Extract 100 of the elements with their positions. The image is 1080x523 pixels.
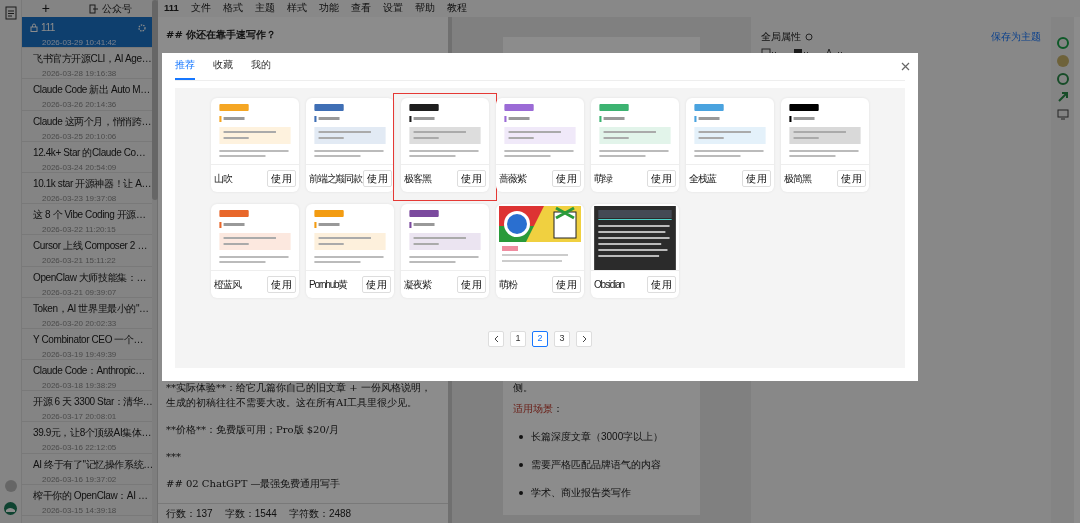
refresh-icon[interactable] <box>805 32 813 41</box>
theme-name: 全栈蓝 <box>689 172 716 186</box>
use-button[interactable]: 使用 <box>837 170 866 187</box>
theme-card[interactable]: Pornhub黄 使用 <box>306 204 394 298</box>
theme-card[interactable]: 萌绿 使用 <box>591 98 679 192</box>
theme-card[interactable]: 蔷薇紫 使用 <box>496 98 584 192</box>
use-button[interactable]: 使用 <box>267 170 296 187</box>
menu-item[interactable]: 样式 <box>286 1 307 16</box>
theme-card[interactable]: 极客黑 使用 <box>401 98 489 192</box>
avatar-icon[interactable] <box>1056 55 1069 67</box>
menu-item[interactable]: 教程 <box>446 1 467 16</box>
menu-item[interactable]: 格式 <box>222 1 243 16</box>
page-button[interactable]: 3 <box>554 331 570 347</box>
article-title: Cursor 上线 Composer 2 … <box>33 239 147 254</box>
document-icon[interactable] <box>4 6 17 20</box>
use-button[interactable]: 使用 <box>362 170 392 187</box>
share-icon[interactable] <box>1056 91 1069 103</box>
preview-paragraph: 侧。 <box>513 381 534 395</box>
theme-card[interactable]: 山吹 使用 <box>211 98 299 192</box>
theme-card[interactable]: 前端之巅同款 使用 <box>306 98 394 192</box>
use-button[interactable]: 使用 <box>457 276 486 293</box>
article-item[interactable]: 111 2026-03-29 10:41:42 <box>22 17 152 49</box>
use-button[interactable]: 使用 <box>742 170 771 187</box>
add-button[interactable]: + <box>41 0 50 19</box>
exit-icon <box>89 3 99 14</box>
article-date: 2026-03-29 10:41:42 <box>42 37 118 49</box>
use-button[interactable]: 使用 <box>647 170 676 187</box>
article-title: Claude Code：Anthropic… <box>33 364 145 379</box>
article-title: 开源 6 天 3300 Star：清华… <box>33 395 153 410</box>
page-button[interactable]: 1 <box>510 331 526 347</box>
use-button[interactable]: 使用 <box>362 276 391 293</box>
page-button[interactable]: 2 <box>532 331 548 347</box>
article-title: Y Combinator CEO 一个… <box>33 332 144 347</box>
use-button[interactable]: 使用 <box>552 170 581 187</box>
avatar-icon[interactable] <box>4 502 17 515</box>
theme-name: 萌粉 <box>499 278 517 292</box>
preview-label: 适用场景： <box>513 402 564 416</box>
chevron-right-icon <box>581 335 587 343</box>
theme-card[interactable]: 极简黑 使用 <box>781 98 869 192</box>
theme-name: 橙蓝风 <box>214 278 241 292</box>
theme-name: Obsidian <box>594 278 624 292</box>
monitor-icon[interactable] <box>1056 109 1069 120</box>
theme-name: 极客黑 <box>404 172 431 186</box>
theme-card[interactable]: 全栈蓝 使用 <box>686 98 774 192</box>
article-title: 111 <box>41 21 55 35</box>
markdown-line: *** <box>166 450 182 464</box>
lock-icon <box>30 23 38 32</box>
bullet-icon <box>519 462 523 467</box>
article-title: OpenClaw 大师技能集：… <box>33 270 147 285</box>
use-button[interactable]: 使用 <box>267 276 296 293</box>
use-button[interactable]: 使用 <box>552 276 581 293</box>
panel-title: 全局属性 <box>761 30 801 44</box>
menu-item[interactable]: 主题 <box>254 1 275 16</box>
theme-card[interactable]: Obsidian 使用 <box>591 204 679 298</box>
article-title: Claude Code 新出 Auto M… <box>33 83 150 98</box>
markdown-line: **实际体验**：给它几篇你自己的旧文章 + 一份风格说明，生成的初稿往往不需要大改。这在所有AI工具里很少见。 <box>166 381 432 410</box>
bullet-icon <box>519 434 523 439</box>
preview-list-item: 需要严格匹配品牌语气的内容 <box>531 458 661 472</box>
menu-item[interactable]: 文件 <box>190 1 211 16</box>
markdown-line: **价格**：免费版可用；Pro版 $20/月 <box>166 423 341 437</box>
menu-item[interactable]: 设置 <box>382 1 403 16</box>
settings-icon[interactable] <box>138 23 146 32</box>
bullet-icon <box>519 490 523 495</box>
avatar-icon[interactable] <box>4 480 17 492</box>
use-button[interactable]: 使用 <box>647 276 676 293</box>
preview-list-item: 长篇深度文章（3000字以上） <box>531 430 664 444</box>
preview-list-item: 学术、商业报告类写作 <box>531 486 631 500</box>
menu-item[interactable]: 功能 <box>318 1 339 16</box>
document-title: 111 <box>164 1 179 16</box>
article-title: Token，AI 世界里最小的"… <box>33 301 149 316</box>
dialog-tab[interactable]: 我的 <box>251 57 271 80</box>
menu-item[interactable]: 查看 <box>350 1 371 16</box>
theme-name: 凝夜紫 <box>404 278 431 292</box>
status-text: 字符数：2488 <box>288 507 352 521</box>
menu-item[interactable]: 帮助 <box>414 1 435 16</box>
theme-card[interactable]: 萌粉 使用 <box>496 204 584 298</box>
theme-name: 蔷薇紫 <box>499 172 526 186</box>
account-label[interactable]: 公众号 <box>102 1 133 16</box>
theme-name: 前端之巅同款 <box>309 172 362 186</box>
use-button[interactable]: 使用 <box>457 170 486 187</box>
article-title: 这 8 个 Vibe Coding 开源… <box>33 208 146 223</box>
theme-name: 极简黑 <box>784 172 811 186</box>
close-icon[interactable] <box>901 62 910 71</box>
chevron-left-icon <box>493 335 499 343</box>
status-text: 行数：137 <box>166 507 213 521</box>
save-theme-link[interactable]: 保存为主题 <box>991 29 1041 44</box>
article-title: 39.9元，让8个顶级AI集体… <box>33 426 152 441</box>
article-title: Claude 这两个月，悄悄跨… <box>33 114 152 129</box>
article-title: 12.4k+ Star 的Claude Co… <box>33 145 146 160</box>
theme-card[interactable]: 橙蓝风 使用 <box>211 204 299 298</box>
article-title: 10.1k star 开源神器！让 A… <box>33 176 152 191</box>
theme-name: Pornhub黄 <box>309 278 348 292</box>
markdown-heading: ## 你还在靠手速写作？ <box>166 28 278 42</box>
dialog-tab[interactable]: 收藏 <box>213 57 233 80</box>
theme-card[interactable]: 凝夜紫 使用 <box>401 204 489 298</box>
article-title: 飞书官方开源CLI，AI Age… <box>33 52 152 67</box>
dialog-tab[interactable]: 推荐 <box>175 57 195 80</box>
theme-name: 山吹 <box>214 172 232 186</box>
article-title: AI 终于有了"记忆操作系统… <box>33 457 153 472</box>
article-title: 榨干你的 OpenClaw：AI … <box>33 488 148 503</box>
